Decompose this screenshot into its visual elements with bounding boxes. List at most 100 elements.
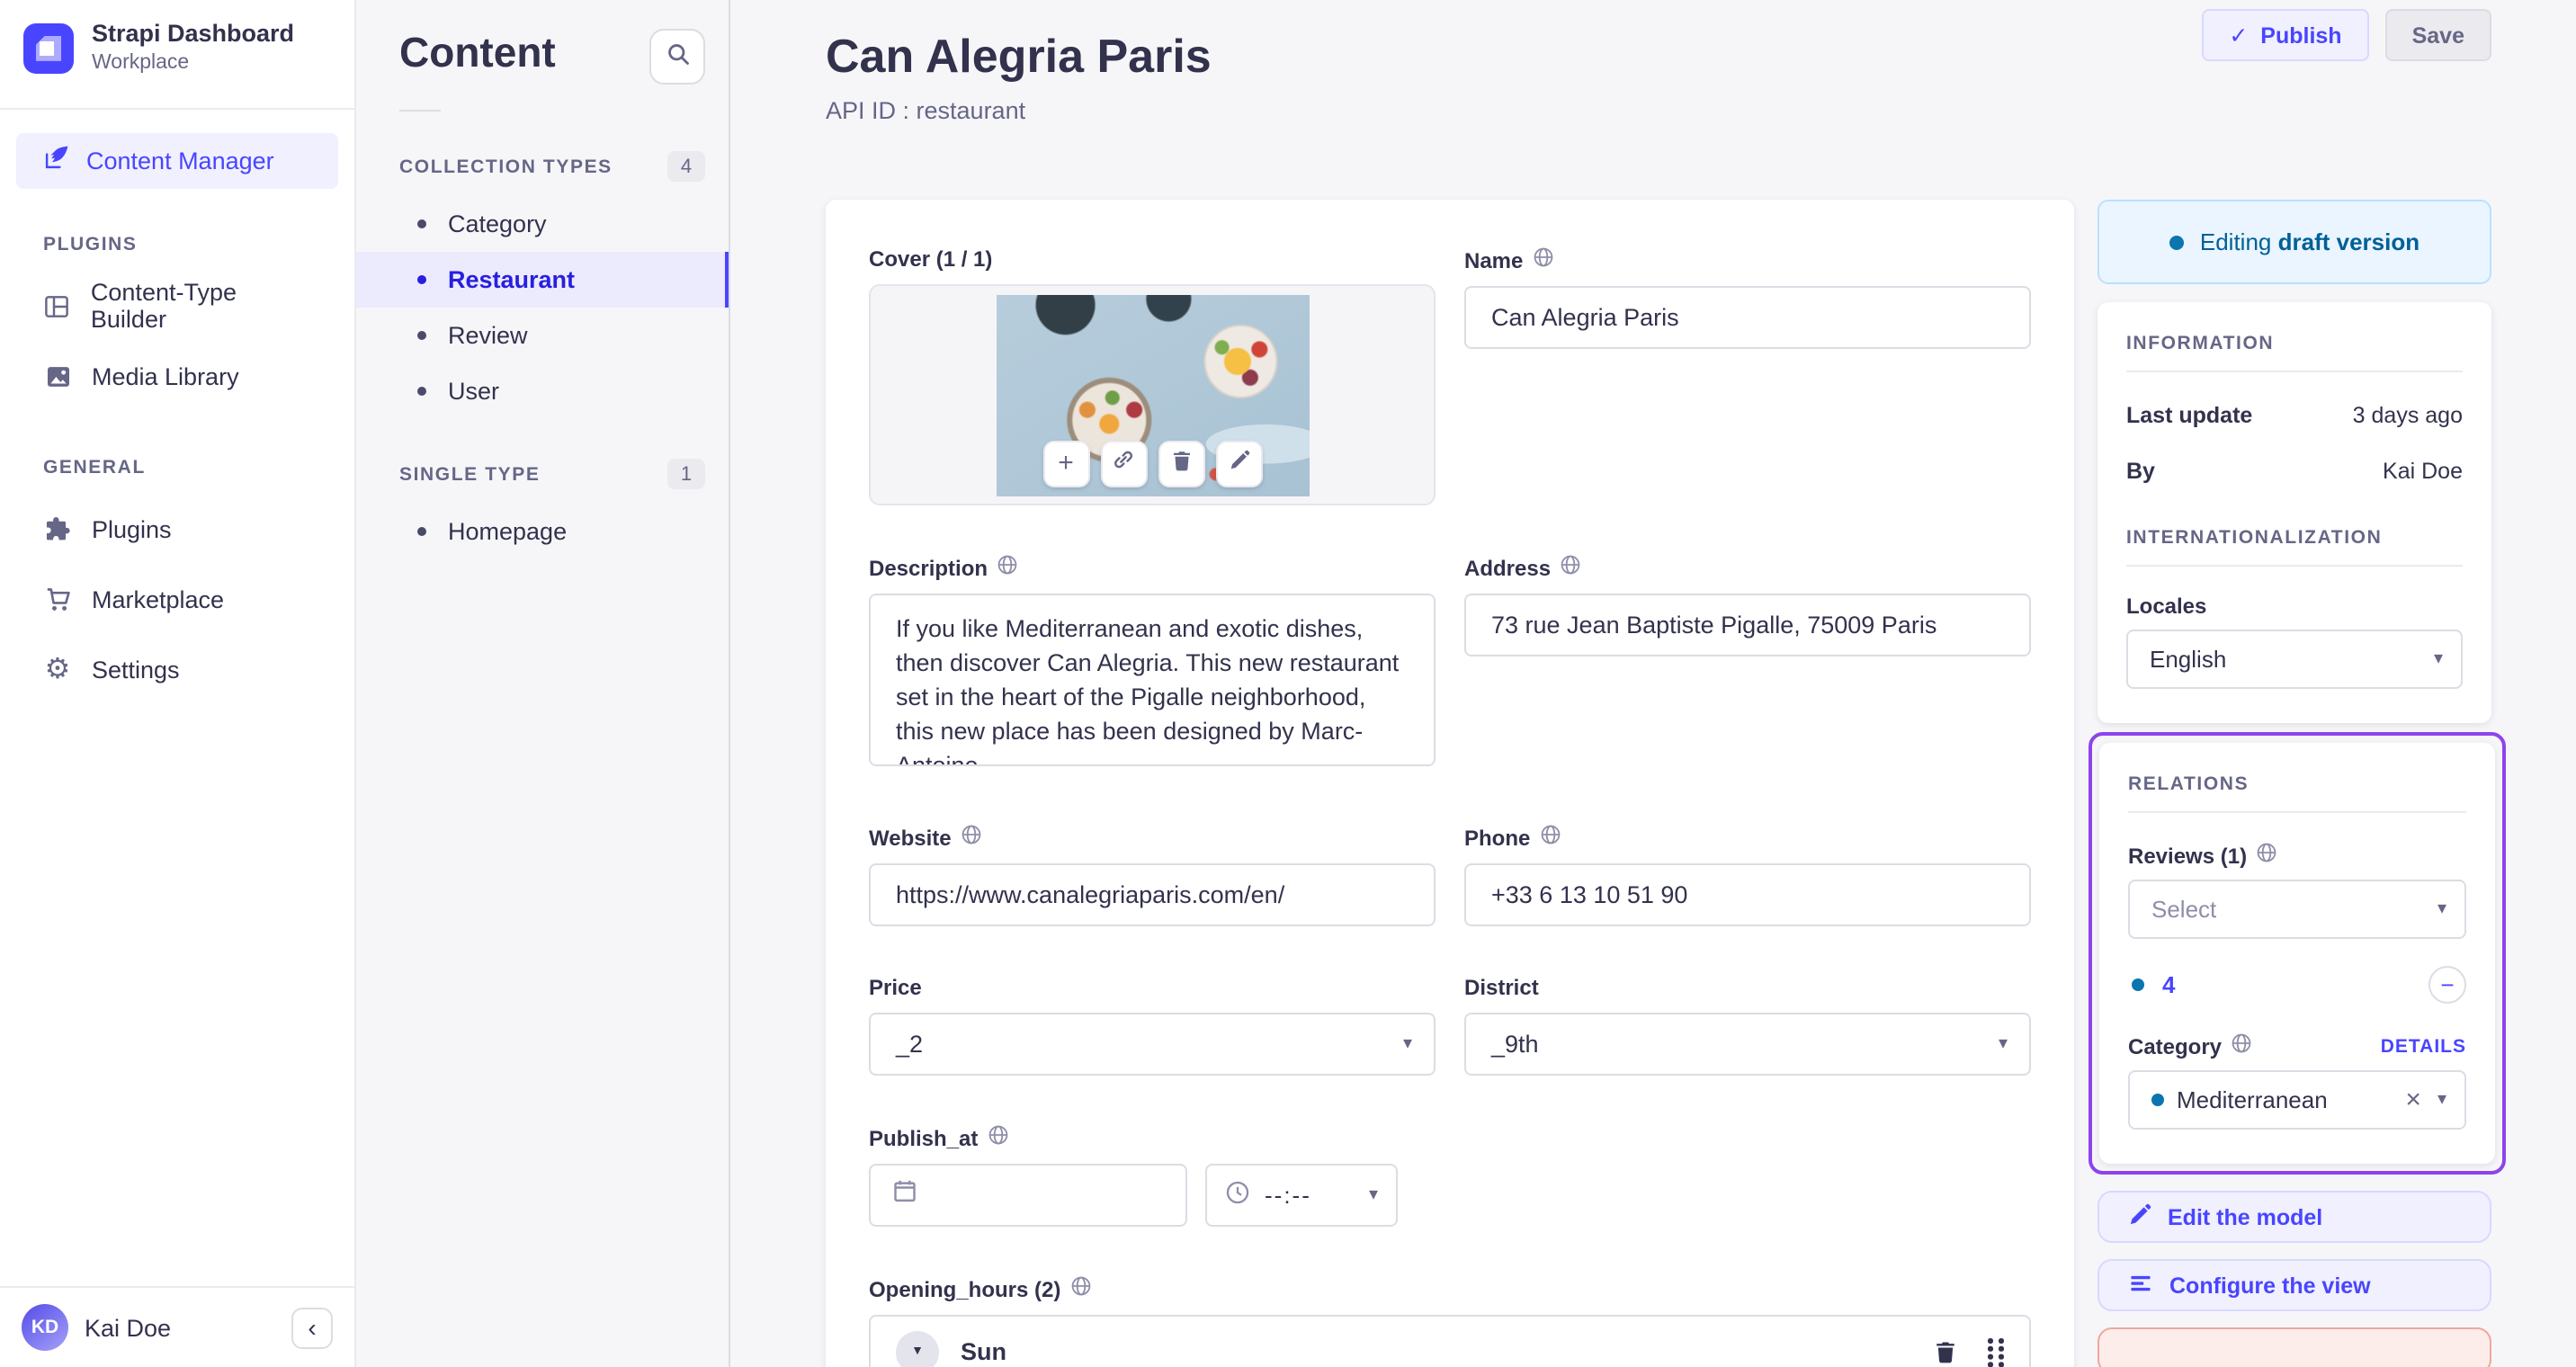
section-heading: GENERAL — [43, 456, 146, 478]
count-badge: 4 — [667, 151, 705, 182]
edit-form-card: Cover (1 / 1) + Name Can Alegria Paris D… — [826, 200, 2074, 1367]
add-media-button[interactable]: + — [1042, 440, 1089, 487]
section-heading: SINGLE TYPE — [399, 463, 541, 485]
subnav-item-homepage[interactable]: Homepage — [356, 504, 729, 559]
category-select[interactable]: Mediterranean × ▾ — [2128, 1070, 2466, 1130]
brand-title: Strapi Dashboard — [92, 20, 295, 47]
section-heading: PLUGINS — [43, 233, 138, 255]
field-label: Address — [1464, 555, 1552, 580]
remove-relation-button[interactable]: − — [2428, 966, 2466, 1004]
user-name: Kai Doe — [85, 1314, 172, 1341]
clear-icon[interactable]: × — [2405, 1085, 2421, 1115]
divider — [2128, 811, 2466, 813]
subnav-item-user[interactable]: User — [356, 363, 729, 419]
price-select[interactable]: _2 ▾ — [869, 1013, 1436, 1076]
information-card: INFORMATION Last update 3 days ago By Ka… — [2097, 302, 2491, 723]
globe-icon — [2256, 842, 2277, 869]
sidebar-item-media-library[interactable]: Media Library — [0, 342, 354, 412]
globe-icon — [1532, 246, 1553, 273]
chevron-down-icon: ▾ — [1368, 1185, 1378, 1205]
bullet-icon — [417, 275, 426, 284]
divider — [2126, 565, 2463, 567]
cover-dropzone[interactable]: + — [869, 284, 1436, 505]
subnav-item-restaurant[interactable]: Restaurant — [356, 252, 729, 308]
description-textarea[interactable]: If you like Mediterranean and exotic dis… — [869, 594, 1436, 766]
subnav-item-label: User — [448, 378, 500, 405]
locale-select[interactable]: English ▾ — [2126, 630, 2463, 689]
globe-icon — [961, 824, 982, 851]
link-icon — [1112, 448, 1135, 478]
sidebar-item-plugins[interactable]: Plugins — [0, 495, 354, 565]
subnav-item-label: Category — [448, 210, 547, 237]
field-label: Publish_at — [869, 1125, 979, 1150]
sidebar-section-plugins: PLUGINS Content-Type Builder Media Libra… — [0, 234, 354, 412]
edit-model-button[interactable]: Edit the model — [2097, 1191, 2491, 1243]
copy-link-button[interactable] — [1100, 440, 1147, 487]
clock-icon — [1225, 1180, 1250, 1211]
reviews-select[interactable]: Select ▾ — [2128, 880, 2466, 939]
phone-input[interactable] — [1464, 863, 2031, 926]
internationalization-heading: INTERNATIONALIZATION — [2126, 527, 2383, 549]
edit-media-button[interactable] — [1215, 440, 1262, 487]
website-field: Website — [869, 824, 1436, 926]
sidebar-item-content-type-builder[interactable]: Content-Type Builder — [0, 272, 354, 342]
status-dot-icon — [2169, 235, 2184, 249]
brand-subtitle: Workplace — [92, 51, 190, 74]
opening-hours-list: ▼ Sun ▼ Tue - Sat — [869, 1315, 2031, 1367]
feather-pen-icon — [43, 145, 70, 177]
gear-icon: ⚙ — [44, 655, 71, 686]
category-label: Category — [2128, 1033, 2223, 1059]
date-picker-input[interactable] — [869, 1164, 1187, 1227]
delete-media-button[interactable] — [1158, 440, 1204, 487]
field-label: District — [1464, 975, 1539, 1000]
accordion-toggle-button[interactable]: ▼ — [896, 1330, 939, 1367]
subnav-item-review[interactable]: Review — [356, 308, 729, 363]
sidebar-item-marketplace[interactable]: Marketplace — [0, 565, 354, 635]
name-field: Name — [1464, 246, 2031, 349]
chevron-down-icon: ▾ — [1402, 1034, 1412, 1054]
publish-button[interactable]: ✓ Publish — [2202, 9, 2369, 61]
details-link[interactable]: DETAILS — [2381, 1035, 2466, 1057]
review-relation-item: 4 − — [2128, 966, 2466, 1004]
search-button[interactable] — [649, 29, 705, 85]
relations-heading: RELATIONS — [2128, 773, 2250, 795]
chevron-down-icon: ▼ — [911, 1345, 924, 1358]
chevron-down-icon: ▾ — [2433, 649, 2443, 669]
sidebar-item-label: Settings — [92, 656, 180, 684]
review-link[interactable]: 4 — [2162, 971, 2428, 998]
subnav-item-label: Restaurant — [448, 266, 576, 293]
main-sidebar: Strapi Dashboard Workplace Content Manag… — [0, 0, 356, 1367]
globe-icon — [1560, 554, 1581, 581]
delete-component-button[interactable] — [1934, 1340, 1957, 1363]
avatar[interactable]: KD — [22, 1304, 68, 1351]
subnav-item-category[interactable]: Category — [356, 196, 729, 252]
configure-view-button[interactable]: Configure the view — [2097, 1259, 2491, 1311]
price-field: Price _2 ▾ — [869, 975, 1436, 1076]
drag-handle[interactable] — [1988, 1336, 2004, 1367]
delete-entry-button[interactable] — [2097, 1327, 2491, 1367]
brand: Strapi Dashboard Workplace — [0, 0, 354, 95]
search-icon — [665, 41, 690, 72]
single-type-section: SINGLE TYPE 1 Homepage — [356, 459, 729, 559]
relations-card: RELATIONS Reviews (1) Select ▾ 4 − Categ… — [2099, 743, 2495, 1164]
sidebar-item-content-manager[interactable]: Content Manager — [16, 132, 338, 189]
sidebar-item-settings[interactable]: ⚙ Settings — [0, 635, 354, 705]
globe-icon — [2231, 1032, 2252, 1059]
sidebar-item-label: Plugins — [92, 515, 172, 543]
address-input[interactable] — [1464, 594, 2031, 657]
district-select[interactable]: _9th ▾ — [1464, 1013, 2031, 1076]
chevron-down-icon: ▾ — [1998, 1034, 2008, 1054]
locales-label: Locales — [2126, 594, 2207, 619]
time-picker-input[interactable]: --:-- ▾ — [1205, 1164, 1398, 1227]
field-label: Website — [869, 825, 952, 850]
trash-icon — [1170, 448, 1192, 478]
save-button[interactable]: Save — [2384, 9, 2491, 61]
website-input[interactable] — [869, 863, 1436, 926]
status-dot-icon — [2151, 1094, 2164, 1106]
pencil-icon — [1228, 448, 1249, 478]
divider — [2126, 371, 2463, 372]
name-input[interactable] — [1464, 286, 2031, 349]
globe-icon — [1069, 1275, 1091, 1302]
main-area: Can Alegria Paris API ID : restaurant ✓ … — [730, 0, 2576, 1367]
collapse-sidebar-button[interactable]: ‹ — [291, 1307, 333, 1348]
